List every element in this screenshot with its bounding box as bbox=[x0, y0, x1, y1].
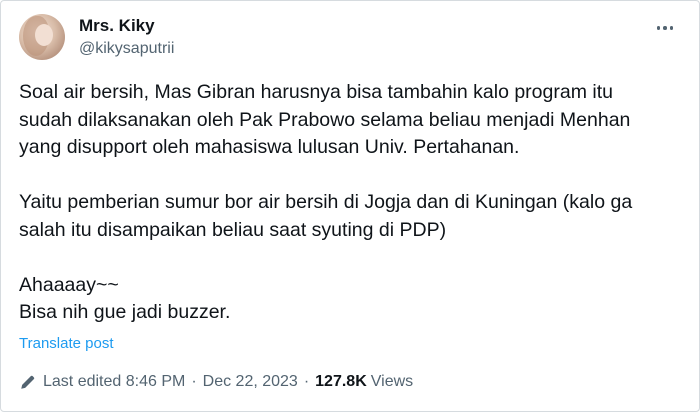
more-dot bbox=[663, 26, 667, 30]
tweet-meta: Last edited 8:46 PM · Dec 22, 2023 · 127… bbox=[19, 373, 413, 391]
more-dot bbox=[656, 26, 661, 30]
tweet-line: Yaitu pemberian sumur bor air bersih di … bbox=[19, 191, 633, 213]
views-label: Views bbox=[370, 373, 414, 390]
separator-dot: · bbox=[303, 373, 310, 390]
post-date[interactable]: Dec 22, 2023 bbox=[203, 373, 298, 391]
tweet-line: Ahaaaay~~ bbox=[19, 273, 119, 296]
views-count[interactable]: 127.8K bbox=[315, 373, 367, 391]
avatar-face bbox=[35, 24, 53, 46]
last-edited-link[interactable]: Last edited 8:46 PM bbox=[43, 373, 185, 391]
tweet-line: Soal air bersih, Mas Gibran harusnya bis… bbox=[19, 81, 613, 103]
author-display-name[interactable]: Mrs. Kiky bbox=[79, 16, 155, 36]
more-options-icon[interactable] bbox=[649, 15, 681, 41]
tweet-line: salah itu disampaikan beliau saat syutin… bbox=[19, 218, 447, 241]
author-handle[interactable]: @kikysaputrii bbox=[79, 40, 174, 58]
tweet-line: yang disupport oleh mahasiswa lulusan Un… bbox=[19, 136, 520, 158]
separator-dot: · bbox=[191, 373, 197, 390]
translate-post-link[interactable]: Translate post bbox=[19, 335, 114, 352]
tweet-line: Bisa nih gue jadi buzzer. bbox=[19, 301, 231, 323]
avatar[interactable] bbox=[19, 14, 65, 60]
more-dot bbox=[669, 26, 674, 30]
tweet-text: Soal air bersih, Mas Gibran harusnya bis… bbox=[19, 79, 689, 327]
tweet-line: sudah dilaksanakan oleh Pak Prabowo sela… bbox=[19, 108, 631, 131]
tweet-card: Mrs. Kiky @kikysaputrii Soal air bersih,… bbox=[0, 0, 700, 412]
pencil-edit-icon[interactable] bbox=[19, 373, 37, 391]
